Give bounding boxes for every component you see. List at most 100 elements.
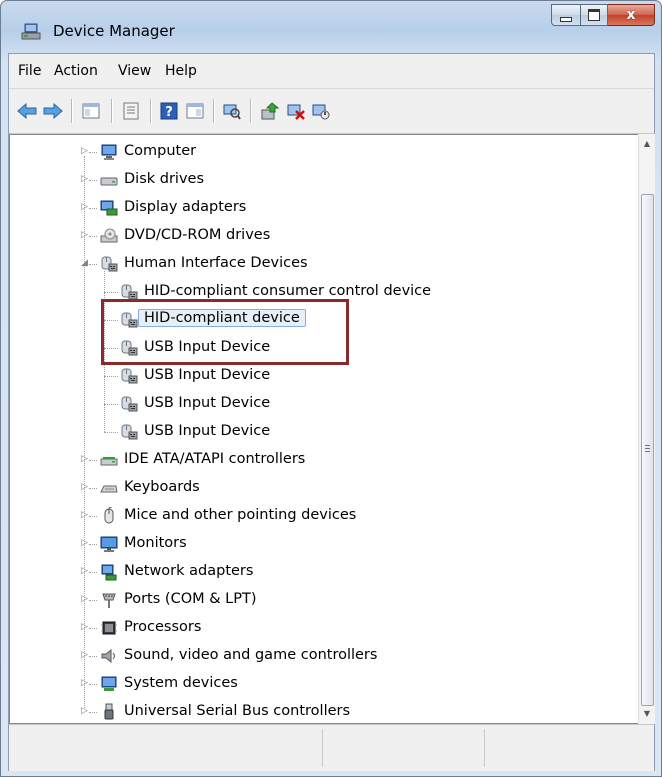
tree-category[interactable]: ▷ Keyboards <box>10 475 630 501</box>
tree-category[interactable]: ▷ Processors <box>10 615 630 641</box>
tree-category-label: Sound, video and game controllers <box>124 647 378 663</box>
disk-drive-icon <box>100 177 118 186</box>
port-icon <box>102 593 116 608</box>
hid-icon <box>121 368 138 384</box>
client-area: File Action View Help ? ▷ Computer ▷ Dis… <box>8 53 655 771</box>
tree-category[interactable]: ▷ Disk drives <box>10 167 630 193</box>
window-controls: x <box>551 4 655 26</box>
uninstall-button[interactable] <box>286 101 306 121</box>
tree-category-label: System devices <box>124 675 238 691</box>
system-devices-icon <box>101 676 117 691</box>
tree-category[interactable]: ▷ IDE ATA/ATAPI controllers <box>10 447 630 473</box>
tree-category[interactable]: ◢ Human Interface Devices <box>10 251 630 277</box>
hid-icon <box>101 256 118 272</box>
expand-arrow-icon[interactable]: ▷ <box>80 539 89 548</box>
expand-arrow-icon[interactable]: ▷ <box>80 147 89 156</box>
display-adapter-icon <box>100 200 118 216</box>
expand-arrow-icon[interactable]: ▷ <box>80 651 89 660</box>
tree-category[interactable]: ▷ Universal Serial Bus controllers <box>10 699 630 723</box>
menu-bar: File Action View Help <box>9 54 654 89</box>
tree-category[interactable]: ▷ DVD/CD-ROM drives <box>10 223 630 249</box>
tree-device[interactable]: USB Input Device <box>10 391 630 417</box>
action-pane-button[interactable] <box>185 101 205 121</box>
tree-category[interactable]: ▷ Monitors <box>10 531 630 557</box>
tree-category-label: Keyboards <box>124 479 200 495</box>
forward-button[interactable] <box>43 101 63 121</box>
expand-arrow-icon[interactable]: ▷ <box>80 483 89 492</box>
expand-arrow-icon[interactable]: ▷ <box>80 595 89 604</box>
close-button[interactable]: x <box>608 4 655 26</box>
scroll-up-arrow-icon[interactable]: ▲ <box>639 136 655 152</box>
expand-arrow-icon[interactable]: ▷ <box>80 175 89 184</box>
maximize-button[interactable] <box>581 4 608 26</box>
tree-category-label: Universal Serial Bus controllers <box>124 703 351 719</box>
expand-arrow-icon[interactable]: ▷ <box>80 623 89 632</box>
usb-icon <box>104 703 114 720</box>
hid-icon <box>121 424 138 440</box>
scroll-thumb[interactable] <box>641 194 654 706</box>
tree-category[interactable]: ▷ Computer <box>10 139 630 165</box>
expand-arrow-icon[interactable]: ▷ <box>80 707 89 716</box>
tree-category-label: Mice and other pointing devices <box>124 507 357 523</box>
network-adapter-icon <box>101 564 117 581</box>
help-button[interactable]: ? <box>159 101 179 121</box>
update-driver-icon <box>261 102 279 120</box>
help-icon: ? <box>160 102 178 120</box>
minimize-icon <box>560 16 572 22</box>
dvd-drive-icon <box>100 228 118 243</box>
collapse-arrow-icon[interactable]: ◢ <box>80 259 89 268</box>
expand-arrow-icon[interactable]: ▷ <box>80 567 89 576</box>
tree-category-label: Ports (COM & LPT) <box>124 591 257 607</box>
tree-category-label: Display adapters <box>124 199 247 215</box>
highlight-annotation-box <box>101 299 349 365</box>
device-tree[interactable]: ▷ Computer ▷ Disk drives ▷ Display adapt… <box>9 134 639 724</box>
expand-arrow-icon[interactable]: ▷ <box>80 231 89 240</box>
expand-arrow-icon[interactable]: ▷ <box>80 511 89 520</box>
tree-device[interactable]: USB Input Device <box>10 363 630 389</box>
tree-device-label: USB Input Device <box>144 367 271 383</box>
scroll-down-arrow-icon[interactable]: ▼ <box>639 706 655 722</box>
sound-icon <box>101 648 115 664</box>
tree-category[interactable]: ▷ Network adapters <box>10 559 630 585</box>
monitor-icon <box>100 536 118 552</box>
device-manager-app-icon <box>21 23 41 40</box>
tree-device[interactable]: USB Input Device <box>10 419 630 445</box>
vertical-scrollbar[interactable]: ▲ ▼ <box>638 134 655 724</box>
tree-category[interactable]: ▷ Ports (COM & LPT) <box>10 587 630 613</box>
expand-arrow-icon[interactable]: ▷ <box>80 679 89 688</box>
properties-icon <box>123 102 139 120</box>
toolbar: ? <box>9 89 654 134</box>
tree-category-label: Processors <box>124 619 202 635</box>
tree-category-label: Disk drives <box>124 171 205 187</box>
disable-device-button[interactable] <box>311 101 331 121</box>
tree-category[interactable]: ▷ Sound, video and game controllers <box>10 643 630 669</box>
menu-view[interactable]: View <box>118 63 151 79</box>
minimize-button[interactable] <box>551 4 581 26</box>
uninstall-icon <box>287 104 305 120</box>
scan-hardware-button[interactable] <box>222 101 242 121</box>
tree-category-label: IDE ATA/ATAPI controllers <box>124 451 306 467</box>
back-button[interactable] <box>17 101 37 121</box>
tree-category[interactable]: ▷ System devices <box>10 671 630 697</box>
mouse-icon <box>104 507 114 524</box>
scan-hardware-icon <box>223 104 241 120</box>
menu-help[interactable]: Help <box>165 63 197 79</box>
tree-category[interactable]: ▷ Display adapters <box>10 195 630 221</box>
tree-device-label: USB Input Device <box>144 423 271 439</box>
properties-button[interactable] <box>121 101 141 121</box>
computer-icon <box>101 144 117 160</box>
title-bar[interactable]: Device Manager x <box>1 1 661 53</box>
tree-device-label: HID-compliant consumer control device <box>144 283 432 299</box>
action-pane-icon <box>186 103 204 119</box>
maximize-icon <box>588 9 600 21</box>
expand-arrow-icon[interactable]: ▷ <box>80 455 89 464</box>
tree-category-label: Human Interface Devices <box>124 255 308 271</box>
close-icon: x <box>626 7 636 23</box>
show-hide-tree-button[interactable] <box>81 101 101 121</box>
menu-action[interactable]: Action <box>54 63 98 79</box>
menu-file[interactable]: File <box>18 63 41 79</box>
ide-controller-icon <box>100 457 118 466</box>
expand-arrow-icon[interactable]: ▷ <box>80 203 89 212</box>
tree-category[interactable]: ▷ Mice and other pointing devices <box>10 503 630 529</box>
update-driver-button[interactable] <box>260 101 280 121</box>
